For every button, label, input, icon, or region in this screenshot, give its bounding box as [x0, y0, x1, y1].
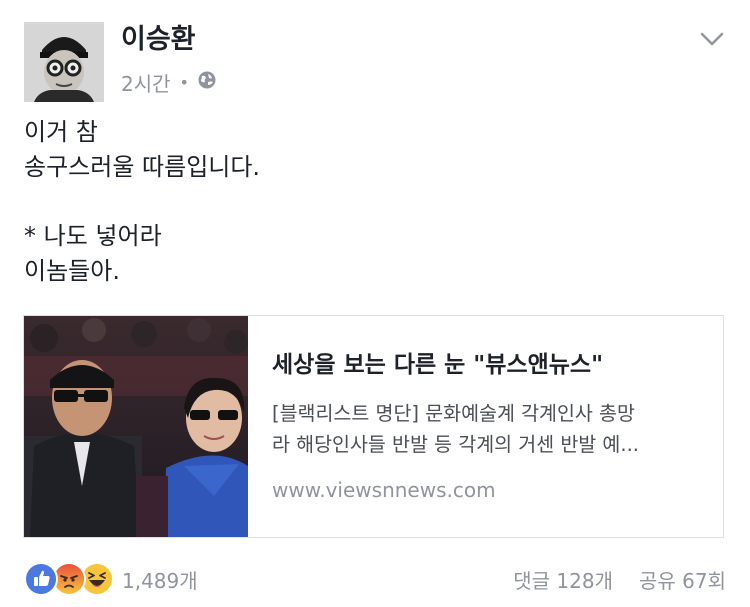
post-time[interactable]: 2시간	[121, 68, 171, 97]
reactions-summary[interactable]: 1,489개	[24, 562, 198, 596]
link-description-line: [블랙리스트 명단] 문화예술계 각계인사 총망	[272, 402, 635, 425]
meta-separator: •	[179, 72, 189, 92]
post-text: 이거 참 송구스러울 따름입니다. * 나도 넣어라 이놈들아.	[24, 115, 260, 289]
like-icon	[24, 562, 58, 596]
shares-count[interactable]: 공유 67회	[639, 565, 726, 594]
post-text-line: 송구스러울 따름입니다.	[24, 153, 261, 181]
globe-icon[interactable]	[197, 70, 217, 95]
post-footer: 1,489개 댓글 128개 공유 67회	[24, 562, 726, 596]
link-description-line: 라 해당인사들 반발 등 각계의 거센 반발 예...	[272, 433, 639, 456]
link-title[interactable]: 세상을 보는 다른 눈 "뷰스앤뉴스"	[272, 349, 712, 381]
avatar-image	[24, 22, 104, 102]
post-text-line: * 나도 넣어라	[24, 222, 162, 250]
post-text-line: 이놈들아.	[24, 257, 120, 285]
reaction-count: 1,489개	[122, 568, 198, 593]
link-description: [블랙리스트 명단] 문화예술계 각계인사 총망 라 해당인사들 반발 등 각계…	[272, 398, 702, 460]
engagement-counts: 댓글 128개 공유 67회	[513, 562, 726, 596]
link-thumbnail[interactable]	[24, 316, 248, 537]
avatar[interactable]	[24, 22, 104, 102]
facebook-post: 이승환 2시간 • 이거 참 송구스러울 따름입니다. * 나도 넣어라 이놈들…	[0, 0, 750, 607]
post-text-line	[24, 185, 260, 219]
chevron-down-icon[interactable]	[698, 28, 726, 50]
post-meta: 2시간 •	[121, 68, 217, 96]
link-preview-card[interactable]: 세상을 보는 다른 눈 "뷰스앤뉴스" [블랙리스트 명단] 문화예술계 각계인…	[23, 315, 724, 538]
link-domain: www.viewsnnews.com	[272, 478, 496, 502]
comments-count[interactable]: 댓글 128개	[513, 565, 613, 594]
author-name[interactable]: 이승환	[121, 22, 196, 58]
post-text-line: 이거 참	[24, 118, 98, 146]
